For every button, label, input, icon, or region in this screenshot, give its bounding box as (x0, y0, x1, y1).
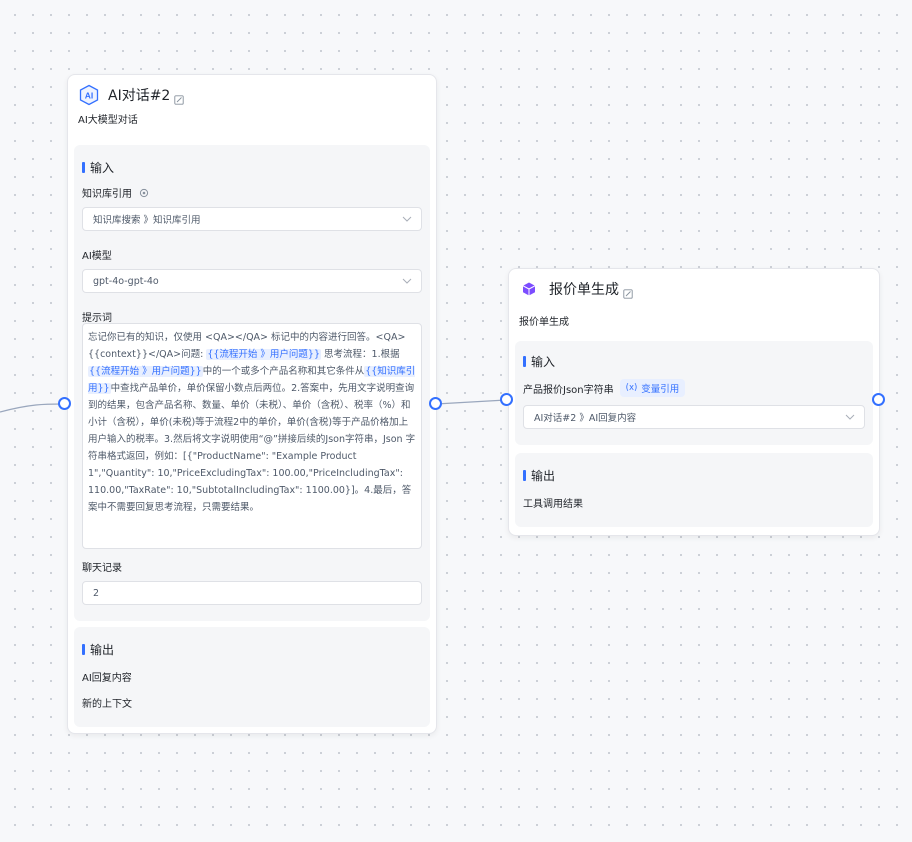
variable-ref-user-question[interactable]: {{流程开始 》用户问题}} (206, 349, 322, 360)
prompt-textarea[interactable]: 忘记你已有的知识，仅使用 <QA></QA> 标记中的内容进行回答。<QA>{{… (82, 323, 422, 549)
ai-icon: AI (78, 84, 100, 106)
quote-output-title-text: 输出 (531, 469, 556, 483)
prompt-text-3: 中的一个或多个产品名称和其它条件从 (202, 366, 365, 377)
ai-output-item: 新的上下文 (82, 699, 132, 710)
chevron-down-icon (402, 278, 412, 284)
json-field-label: 产品报价Json字符串 (x) 变量引用 (523, 379, 686, 397)
ai-node-output-port[interactable] (429, 397, 442, 410)
ai-input-title-text: 输入 (90, 161, 115, 175)
quote-input-title: 输入 (523, 353, 555, 370)
edit-icon[interactable] (174, 90, 184, 105)
knowledge-select-value: 知识库搜索 》知识库引用 (93, 215, 201, 226)
ai-chat-node[interactable]: AI AI对话#2 AI大模型对话 输入 知识库引用 知识库搜索 》知识库引用 … (67, 74, 437, 734)
variable-ref-tag[interactable]: (x) 变量引用 (619, 379, 686, 397)
edge-ai-to-quote (435, 399, 507, 405)
ai-input-section: 输入 知识库引用 知识库搜索 》知识库引用 AI模型 gpt-4o-gpt-4o… (74, 145, 430, 621)
model-select[interactable]: gpt-4o-gpt-4o (82, 269, 422, 293)
quote-node-input-port[interactable] (500, 393, 513, 406)
ai-input-title: 输入 (82, 159, 114, 176)
quote-node-title: 报价单生成 (549, 282, 619, 298)
ai-output-title: 输出 (82, 641, 114, 658)
model-label: AI模型 (82, 251, 112, 262)
variable-ref-user-question[interactable]: {{流程开始 》用户问题}} (88, 366, 203, 377)
quote-node-output-port[interactable] (872, 393, 885, 406)
chevron-down-icon (402, 216, 412, 222)
history-input-value: 2 (93, 587, 100, 599)
quote-output-title: 输出 (523, 467, 555, 484)
ai-node-header: AI AI对话#2 (78, 84, 184, 106)
prompt-label: 提示词 (82, 313, 112, 324)
ai-node-description: AI大模型对话 (78, 115, 138, 126)
knowledge-label: 知识库引用 (82, 185, 149, 201)
incoming-edge (0, 403, 63, 413)
quote-input-title-text: 输入 (531, 355, 556, 369)
edit-icon[interactable] (623, 284, 633, 299)
ai-output-title-text: 输出 (90, 643, 115, 657)
quote-node-description: 报价单生成 (519, 317, 569, 328)
knowledge-label-text: 知识库引用 (82, 189, 132, 200)
svg-text:AI: AI (85, 91, 94, 101)
variable-icon: (x) (625, 383, 638, 393)
quote-output-item: 工具调用结果 (523, 499, 583, 510)
ai-output-item: AI回复内容 (82, 673, 132, 684)
variable-ref-tag-text: 变量引用 (641, 384, 680, 395)
json-field-select-value: AI对话#2 》AI回复内容 (534, 413, 637, 424)
history-label: 聊天记录 (82, 563, 122, 574)
prompt-text-4: 中查找产品单价，单价保留小数点后两位。2.答案中，先用文字说明查询到的结果，包含… (88, 383, 416, 513)
settings-icon[interactable] (139, 188, 149, 201)
chevron-down-icon (845, 414, 855, 420)
quote-input-section: 输入 产品报价Json字符串 (x) 变量引用 AI对话#2 》AI回复内容 (515, 341, 873, 445)
quote-node-header: 报价单生成 (521, 278, 633, 300)
history-input[interactable]: 2 (82, 581, 422, 605)
quote-output-section: 输出 工具调用结果 (515, 453, 873, 527)
ai-node-title: AI对话#2 (108, 88, 171, 104)
json-field-select[interactable]: AI对话#2 》AI回复内容 (523, 405, 865, 429)
json-field-label-text: 产品报价Json字符串 (523, 384, 614, 396)
knowledge-select[interactable]: 知识库搜索 》知识库引用 (82, 207, 422, 231)
prompt-text-2: 思考流程：1.根据 (321, 349, 400, 360)
cube-icon (521, 281, 537, 297)
quote-node[interactable]: 报价单生成 报价单生成 输入 产品报价Json字符串 (x) 变量引用 AI对话… (508, 268, 880, 536)
ai-output-section: 输出 AI回复内容 新的上下文 (74, 627, 430, 727)
ai-node-input-port[interactable] (58, 397, 71, 410)
model-select-value: gpt-4o-gpt-4o (93, 275, 159, 287)
